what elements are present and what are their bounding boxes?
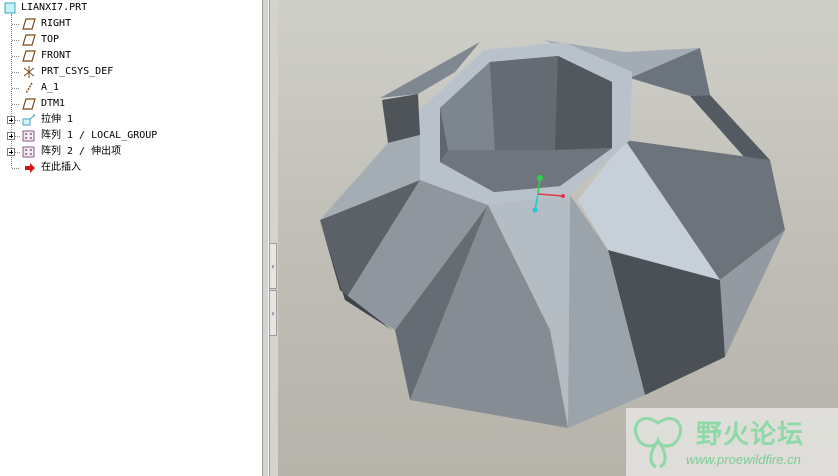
tree-guide bbox=[11, 14, 12, 168]
insert-here-arrow-icon bbox=[24, 162, 36, 174]
tree-root-label: LIANXI7.PRT bbox=[21, 2, 88, 13]
tree-item-label: FRONT bbox=[41, 50, 72, 61]
model-tree: LIANXI7.PRT RIGHT TOP FRONT PRT_CSYS_DEF… bbox=[0, 0, 262, 476]
expand-toggle[interactable] bbox=[7, 116, 15, 124]
part-model bbox=[320, 40, 785, 428]
tree-connector bbox=[12, 24, 19, 25]
tree-item-label: RIGHT bbox=[41, 18, 72, 29]
tree-item-label: DTM1 bbox=[41, 98, 66, 109]
watermark-url: www.proewildfire.cn bbox=[686, 452, 801, 467]
tree-connector bbox=[15, 136, 20, 137]
watermark-title: 野火论坛 bbox=[696, 420, 805, 450]
expand-panel-button[interactable]: › bbox=[269, 290, 277, 336]
part-icon bbox=[4, 2, 16, 14]
pattern-icon bbox=[22, 130, 35, 142]
extrude-icon bbox=[22, 114, 36, 126]
tree-item-label: PRT_CSYS_DEF bbox=[41, 66, 114, 77]
tree-connector bbox=[12, 40, 19, 41]
chevron-left-icon: ‹ bbox=[270, 262, 276, 271]
tree-item-label: A_1 bbox=[41, 82, 60, 93]
tree-item-label: 阵列 1 / LOCAL_GROUP bbox=[41, 130, 158, 141]
tree-connector bbox=[12, 104, 19, 105]
tree-connector bbox=[12, 72, 19, 73]
expand-toggle[interactable] bbox=[7, 148, 15, 156]
tree-connector bbox=[12, 88, 19, 89]
datum-axis-icon bbox=[22, 82, 34, 94]
watermark: 野火论坛 www.proewildfire.cn bbox=[626, 408, 838, 476]
butterfly-logo-icon bbox=[634, 416, 682, 469]
datum-plane-icon bbox=[22, 18, 36, 30]
tree-item-label: 拉伸 1 bbox=[41, 114, 74, 125]
tree-connector bbox=[15, 152, 20, 153]
chevron-right-icon: › bbox=[270, 309, 276, 318]
graphics-window[interactable] bbox=[278, 0, 838, 476]
tree-connector bbox=[12, 56, 19, 57]
datum-plane-icon bbox=[22, 34, 36, 46]
expand-toggle[interactable] bbox=[7, 132, 15, 140]
datum-plane-icon bbox=[22, 50, 36, 62]
tree-item-label: 阵列 2 / 伸出项 bbox=[41, 146, 122, 157]
datum-plane-icon bbox=[22, 98, 36, 110]
collapse-panel-button[interactable]: ‹ bbox=[269, 243, 277, 289]
tree-item-label: TOP bbox=[41, 34, 60, 45]
pattern-icon bbox=[22, 146, 35, 158]
panel-splitter[interactable]: ‹ › bbox=[262, 0, 278, 476]
csys-icon bbox=[22, 66, 35, 78]
tree-connector bbox=[12, 168, 19, 169]
tree-item-label: 在此插入 bbox=[41, 162, 81, 173]
tree-connector bbox=[15, 120, 20, 121]
splitter-shadow bbox=[269, 0, 270, 476]
